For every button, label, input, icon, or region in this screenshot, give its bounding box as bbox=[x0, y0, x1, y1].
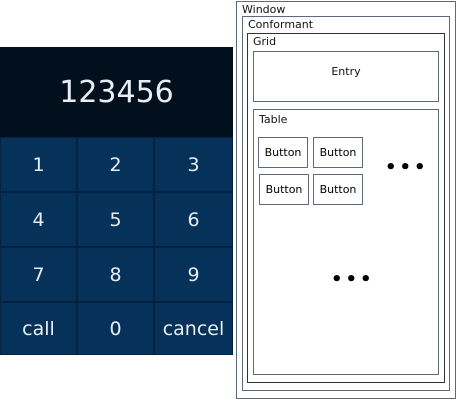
key-cancel[interactable]: cancel bbox=[154, 302, 233, 355]
conformant-label: Conformant bbox=[248, 18, 314, 31]
window-label: Window bbox=[242, 3, 286, 16]
key-9[interactable]: 9 bbox=[154, 247, 233, 302]
key-6[interactable]: 6 bbox=[154, 192, 233, 247]
entry-label: Entry bbox=[331, 65, 361, 78]
ellipsis-bottom: ••• bbox=[331, 269, 375, 290]
key-0[interactable]: 0 bbox=[77, 302, 154, 355]
key-2[interactable]: 2 bbox=[77, 137, 154, 192]
ellipsis-right: ••• bbox=[385, 157, 429, 178]
table-button-4[interactable]: Button bbox=[313, 174, 363, 205]
number-display: 123456 bbox=[0, 47, 233, 137]
key-1[interactable]: 1 bbox=[0, 137, 77, 192]
key-5[interactable]: 5 bbox=[77, 192, 154, 247]
dialer-pad: 123456 1 2 3 4 5 6 7 8 9 call 0 cancel bbox=[0, 47, 233, 355]
grid-label: Grid bbox=[253, 35, 277, 48]
table-button-2[interactable]: Button bbox=[313, 137, 363, 168]
table-button-1[interactable]: Button bbox=[258, 137, 308, 168]
key-8[interactable]: 8 bbox=[77, 247, 154, 302]
entry-box: Entry bbox=[253, 51, 439, 102]
key-3[interactable]: 3 bbox=[154, 137, 233, 192]
key-7[interactable]: 7 bbox=[0, 247, 77, 302]
key-4[interactable]: 4 bbox=[0, 192, 77, 247]
table-label: Table bbox=[259, 113, 288, 126]
key-call[interactable]: call bbox=[0, 302, 77, 355]
table-button-3[interactable]: Button bbox=[259, 174, 309, 205]
